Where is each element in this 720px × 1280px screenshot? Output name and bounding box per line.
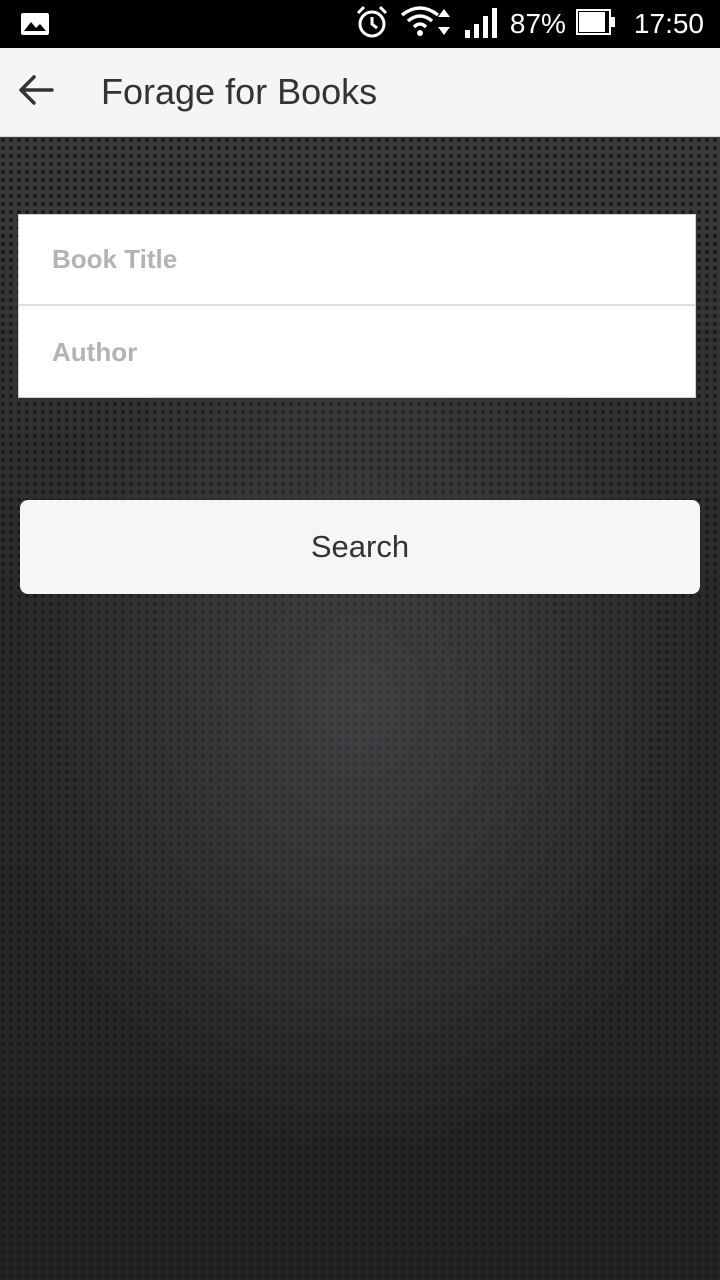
status-icons: 87% 17:50 (354, 0, 704, 48)
search-button[interactable]: Search (20, 500, 700, 594)
search-button-label: Search (310, 529, 410, 564)
search-form (18, 214, 696, 398)
app-bar: Forage for Books (0, 48, 720, 137)
book-title-field-container (19, 215, 695, 306)
signal-icon (464, 6, 500, 43)
image-icon (20, 12, 50, 41)
arrow-left-icon (18, 74, 54, 111)
battery-percent: 87% (509, 8, 566, 39)
wifi-icon (400, 5, 454, 44)
alarm-icon (354, 4, 390, 45)
page-title: Forage for Books (101, 71, 378, 112)
author-field-container (19, 307, 695, 398)
battery-icon (575, 8, 616, 40)
book-title-input[interactable] (19, 215, 695, 304)
back-button[interactable] (6, 62, 66, 122)
status-bar: 87% 17:50 (0, 0, 720, 48)
clock: 17:50 (633, 8, 704, 39)
author-input[interactable] (19, 307, 695, 398)
